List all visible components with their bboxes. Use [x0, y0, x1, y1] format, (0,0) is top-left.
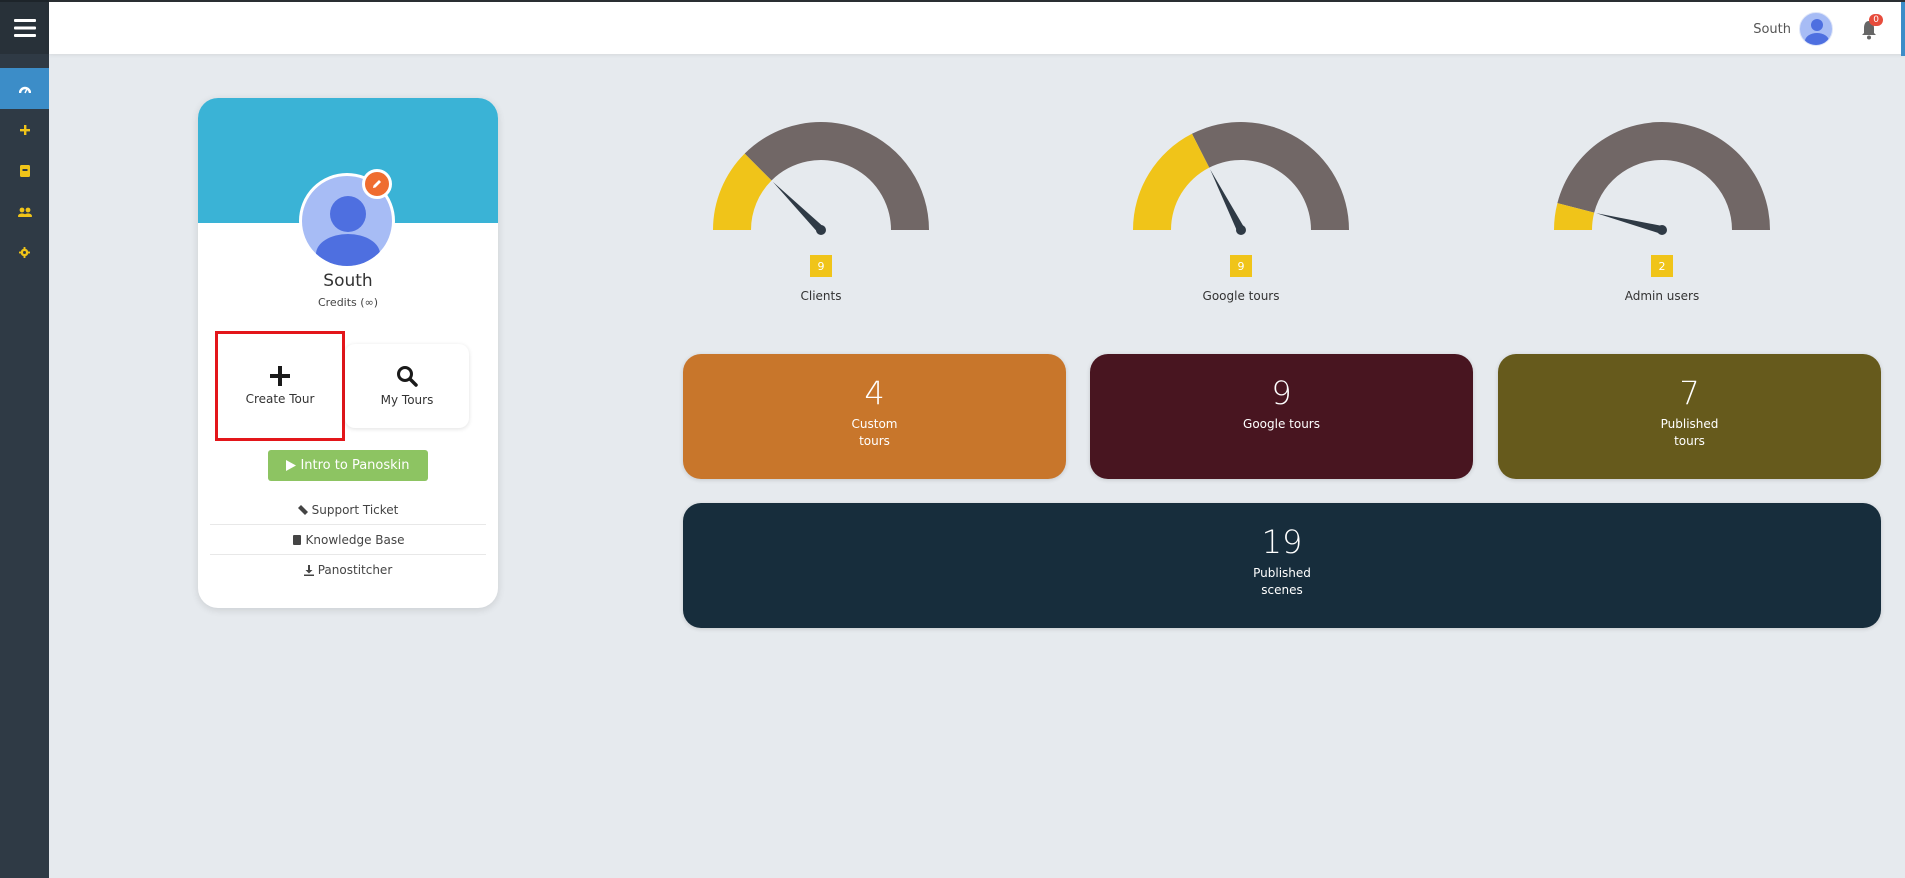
menu-toggle-button[interactable] [0, 0, 49, 54]
edit-profile-button[interactable] [362, 169, 392, 199]
gauge-needle [1596, 213, 1663, 234]
tile-value: 7 [1679, 374, 1700, 412]
sidebar-item-users[interactable] [0, 191, 49, 232]
create-tour-button[interactable]: Create Tour [215, 331, 345, 441]
intro-button[interactable]: Intro to Panoskin [268, 450, 428, 481]
gauge-label: Clients [800, 289, 842, 303]
gauge-google-tours: 9 Google tours [1111, 112, 1371, 312]
notification-badge: 0 [1869, 14, 1883, 26]
gauge-value: 2 [1651, 255, 1673, 277]
gear-icon [19, 247, 30, 258]
avatar[interactable] [1799, 12, 1833, 46]
sidebar-item-settings[interactable] [0, 232, 49, 273]
tile-google-tours[interactable]: 9 Google tours [1090, 354, 1473, 479]
tile-label: Published scenes [1253, 566, 1311, 598]
scroll-accent [1901, 2, 1905, 56]
gauge-needle [1210, 169, 1245, 232]
sidebar-item-create[interactable] [0, 109, 49, 150]
help-links: Support Ticket Knowledge Base Panostitch… [210, 495, 486, 585]
gauge-track [1191, 122, 1349, 230]
profile-name: South [323, 271, 373, 291]
user-menu[interactable]: South [1753, 12, 1833, 46]
gauge-hub [1236, 225, 1246, 235]
gauge-dial [713, 122, 929, 235]
ticket-icon [297, 504, 308, 515]
tile-label: Custom tours [851, 417, 898, 449]
tile-published-tours[interactable]: 7 Published tours [1498, 354, 1881, 479]
gauge-value: 9 [1230, 255, 1252, 277]
knowledge-base-link[interactable]: Knowledge Base [210, 525, 486, 555]
users-icon [17, 207, 32, 217]
pencil-icon [373, 180, 381, 188]
sidebar-item-dashboard[interactable] [0, 68, 49, 109]
support-ticket-link[interactable]: Support Ticket [210, 495, 486, 525]
plus-icon [270, 366, 290, 386]
gauge-dial [1554, 122, 1770, 235]
action-row: Create Tour My Tours [215, 331, 469, 441]
intro-label: Intro to Panoskin [300, 458, 410, 473]
book-icon [292, 534, 301, 545]
tile-value: 9 [1271, 374, 1292, 412]
gauge-label: Admin users [1624, 289, 1700, 303]
gauge-needle [772, 181, 824, 233]
tile-label: Published tours [1660, 417, 1719, 449]
play-icon [286, 460, 297, 471]
profile-card: South Credits (∞) Create Tour My Tours I… [198, 98, 498, 608]
gauge-label: Google tours [1202, 289, 1280, 303]
my-tours-button[interactable]: My Tours [345, 344, 469, 428]
username-label: South [1753, 21, 1791, 37]
menu-icon [13, 19, 36, 37]
search-icon [397, 366, 418, 387]
tile-value: 19 [1261, 523, 1303, 561]
panostitcher-link[interactable]: Panostitcher [210, 555, 486, 585]
top-bar: South 0 [49, 0, 1905, 56]
tile-value: 4 [864, 374, 885, 412]
gauge-value: 9 [810, 255, 832, 277]
download-icon [303, 564, 314, 576]
gauge-hub [1657, 225, 1667, 235]
my-tours-label: My Tours [380, 393, 434, 407]
gauge-hub [816, 225, 826, 235]
gauge-dial [1133, 122, 1349, 235]
sidebar-item-tours[interactable] [0, 150, 49, 191]
dashboard-icon [18, 86, 31, 93]
book-icon [19, 164, 30, 177]
tile-label: Google tours [1243, 417, 1320, 432]
tile-custom-tours[interactable]: 4 Custom tours [683, 354, 1066, 479]
gauge-admin-users: 2 Admin users [1532, 112, 1792, 312]
profile-credits: Credits (∞) [317, 296, 379, 309]
sidebar [0, 0, 49, 878]
create-tour-label: Create Tour [245, 392, 315, 406]
gauge-clients: 9 Clients [691, 112, 951, 312]
plus-icon [19, 124, 30, 135]
gauge-track [744, 122, 929, 230]
gauge-fill [1133, 133, 1210, 230]
tile-published-scenes[interactable]: 19 Published scenes [683, 503, 1881, 628]
